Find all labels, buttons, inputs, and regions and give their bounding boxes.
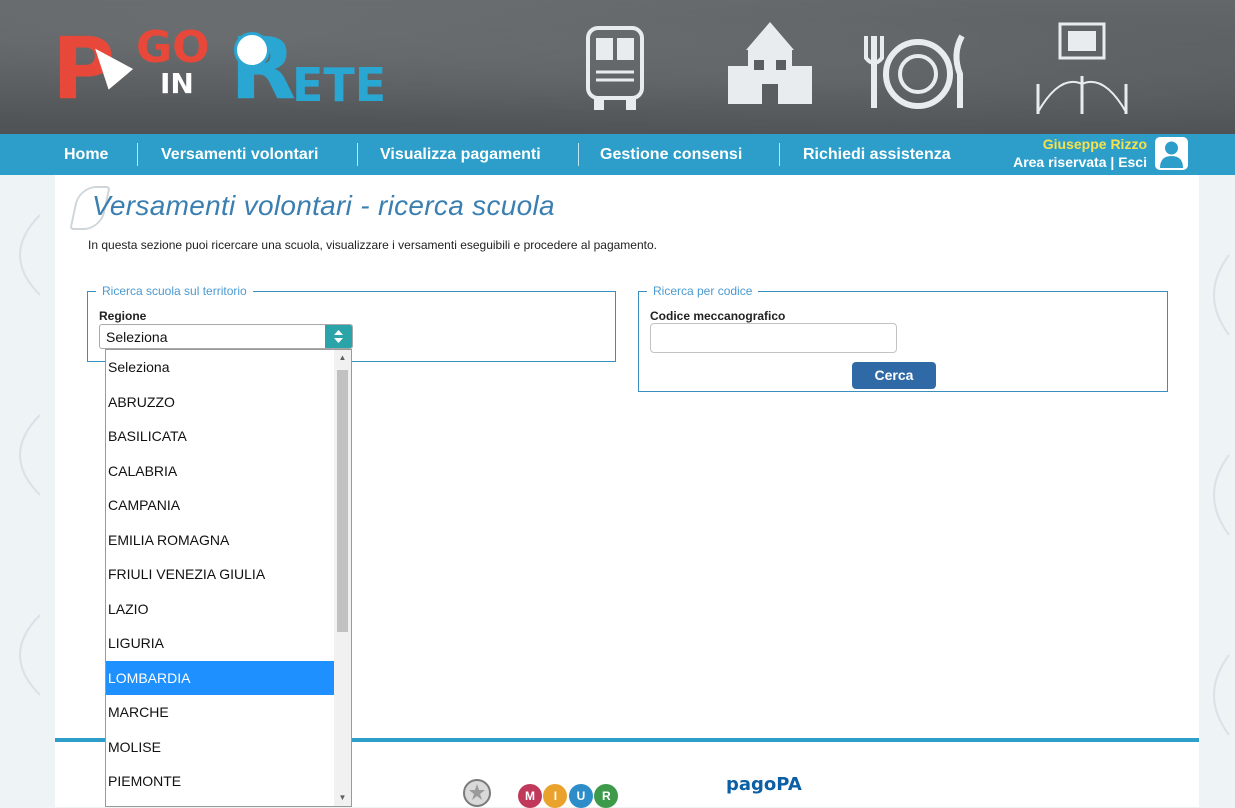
updown-chevron-icon[interactable]	[325, 325, 352, 348]
cerca-button[interactable]: Cerca	[852, 362, 936, 389]
regione-dropdown-list[interactable]: Seleziona ABRUZZO BASILICATA CALABRIA CAMPAN…	[105, 349, 352, 807]
dropdown-option[interactable]: MOLISE	[106, 730, 334, 765]
miur-letter-i: I	[543, 784, 568, 808]
scroll-down-arrow-icon[interactable]: ▼	[334, 790, 351, 806]
header-banner: P GO IN R ETE	[0, 0, 1235, 134]
logo-ete: ETE	[292, 58, 387, 112]
page-title: Versamenti volontari - ricerca scuola	[92, 190, 555, 221]
museum-painting-icon	[1036, 22, 1128, 114]
miur-letter-u: U	[568, 784, 593, 808]
dropdown-scrollbar[interactable]: ▲ ▼	[334, 350, 351, 806]
right-decoration	[1213, 254, 1230, 736]
left-decoration	[19, 214, 41, 696]
dropdown-option[interactable]: PIEMONTE	[106, 764, 334, 799]
regione-selected-value: Seleziona	[106, 329, 168, 345]
dropdown-option[interactable]: EMILIA ROMAGNA	[106, 523, 334, 558]
nav-gestione-consensi[interactable]: Gestione consensi	[600, 134, 742, 175]
intro-text: In questa sezione puoi ricercare una scu…	[88, 238, 657, 252]
link-separator: |	[1110, 154, 1115, 170]
nav-divider	[357, 143, 358, 166]
regione-select[interactable]: Seleziona	[99, 324, 353, 349]
esci-link[interactable]: Esci	[1118, 154, 1147, 170]
nav-richiedi-assistenza[interactable]: Richiedi assistenza	[803, 134, 951, 175]
dropdown-option[interactable]: LIGURIA	[106, 626, 334, 661]
nav-divider	[779, 143, 780, 166]
dropdown-option[interactable]: LAZIO	[106, 592, 334, 627]
dropdown-option[interactable]: FRIULI VENEZIA GIULIA	[106, 557, 334, 592]
regione-label: Regione	[99, 309, 147, 323]
user-links: Area riservata | Esci	[1013, 154, 1147, 170]
scroll-up-arrow-icon[interactable]: ▲	[334, 350, 351, 366]
codice-meccanografico-input[interactable]	[650, 323, 897, 353]
dropdown-option[interactable]: LOMBARDIA	[106, 660, 334, 695]
nav-divider	[578, 143, 579, 166]
dropdown-option[interactable]: CAMPANIA	[106, 488, 334, 523]
main-navbar: Home Versamenti volontari Visualizza pag…	[0, 134, 1235, 175]
miur-letter-r: R	[594, 784, 619, 808]
dropdown-option[interactable]: Seleziona	[106, 350, 334, 385]
school-building-icon	[728, 22, 812, 104]
plate-cutlery-icon	[864, 34, 965, 109]
nav-versamenti-volontari[interactable]: Versamenti volontari	[161, 134, 318, 175]
logo-go: GO	[136, 22, 210, 73]
logo-in: IN	[160, 67, 194, 100]
nav-divider	[137, 143, 138, 166]
territorio-legend: Ricerca scuola sul territorio	[102, 284, 247, 298]
bus-icon	[586, 26, 644, 110]
dropdown-option[interactable]: ABRUZZO	[106, 385, 334, 420]
nav-visualizza-pagamenti[interactable]: Visualizza pagamenti	[380, 134, 541, 175]
user-avatar-icon[interactable]	[1155, 137, 1188, 170]
globe-icon	[234, 32, 270, 68]
nav-home[interactable]: Home	[64, 134, 108, 175]
miur-letter-m: M	[518, 784, 542, 808]
codice-legend: Ricerca per codice	[653, 284, 753, 298]
codice-meccanografico-label: Codice meccanografico	[650, 309, 786, 323]
dropdown-option[interactable]: BASILICATA	[106, 419, 334, 454]
dropdown-option[interactable]: CALABRIA	[106, 454, 334, 489]
dropdown-option[interactable]: MARCHE	[106, 695, 334, 730]
italian-republic-emblem-icon	[463, 779, 491, 807]
pagopa-logo[interactable]: pagoPA	[726, 774, 802, 795]
area-riservata-link[interactable]: Area riservata	[1013, 154, 1106, 170]
miur-logo[interactable]: M I U R	[518, 784, 619, 808]
scroll-thumb[interactable]	[337, 370, 348, 632]
user-name: Giuseppe Rizzo	[1042, 136, 1147, 152]
